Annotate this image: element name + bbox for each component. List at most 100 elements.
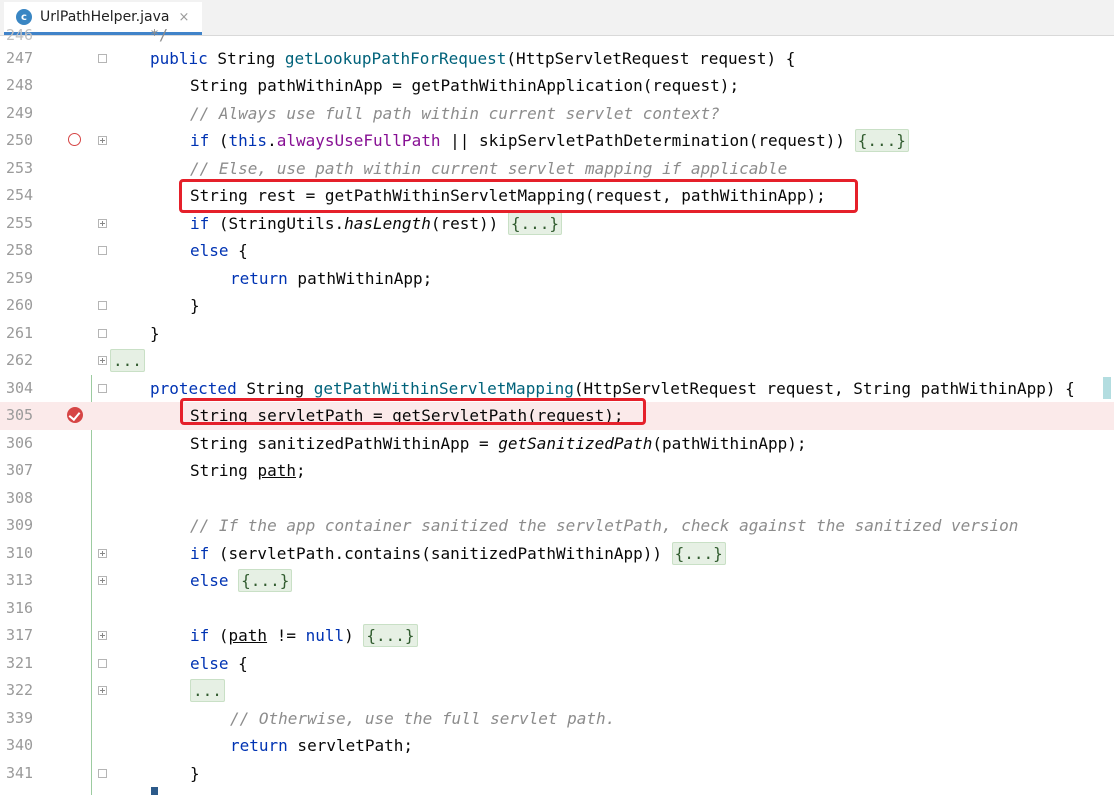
file-tab[interactable]: c UrlPathHelper.java × [4,2,202,35]
code-line[interactable]: 308 [0,485,1114,513]
line-number[interactable]: 308 [6,485,46,513]
line-number[interactable]: 341 [6,760,46,788]
line-number[interactable]: 250 [6,127,46,155]
fold-expand-icon[interactable] [98,686,107,695]
code-line[interactable]: 249 // Always use full path within curren… [0,100,1114,128]
fold-marker-icon[interactable] [98,383,107,393]
partial-line-code: */ [150,26,169,44]
line-number[interactable]: 262 [6,347,46,375]
fold-marker-icon[interactable] [98,246,107,255]
code-line[interactable]: 261} [0,320,1114,348]
code-line[interactable]: 260} [0,292,1114,320]
line-number[interactable]: 260 [6,292,46,320]
line-number[interactable]: 249 [6,100,46,128]
code-line[interactable]: 340 return servletPath; [0,732,1114,760]
code-line[interactable]: 310 if (servletPath.contains(sanitizedPat… [0,540,1114,568]
line-number[interactable]: 316 [6,595,46,623]
code-token: ; [295,461,306,480]
fold-marker-icon[interactable] [98,53,107,63]
line-number[interactable]: 247 [6,45,46,73]
folded-block[interactable]: {...} [363,624,418,647]
code-line[interactable]: 321 else { [0,650,1114,678]
fold-marker-icon[interactable] [98,328,107,338]
breakpoint-icon[interactable] [68,133,81,146]
code-token: return [230,268,288,288]
folded-block[interactable]: ... [190,679,225,702]
line-number[interactable]: 306 [6,430,46,458]
fold-expand-icon[interactable] [98,576,107,585]
line-number[interactable]: 322 [6,677,46,705]
line-number[interactable]: 317 [6,622,46,650]
line-number[interactable]: 321 [6,650,46,678]
line-number[interactable]: 258 [6,237,46,265]
fold-marker-icon[interactable] [98,658,107,668]
code-line[interactable]: 247 public String getLookupPathForRequest… [0,45,1114,73]
code-token: this [228,131,268,150]
folded-block[interactable]: {...} [507,211,563,235]
code-token: (HttpServletRequest request) { [506,48,796,68]
fold-expand-icon[interactable] [98,548,107,558]
line-number[interactable]: 261 [6,320,46,348]
folded-block[interactable]: {...} [238,569,293,592]
code-line[interactable]: 339 // Otherwise, use the full servlet pa… [0,705,1114,733]
code-line[interactable]: 255 if (StringUtils.hasLength(rest)) {...… [0,210,1114,238]
code-text: public String getLookupPathForRequest(Ht… [150,45,795,73]
code-token: public [150,48,208,68]
folded-block[interactable]: {...} [671,541,726,565]
line-number[interactable]: 310 [6,540,46,568]
code-line[interactable]: 316 [0,595,1114,623]
code-token: else [190,653,229,673]
code-token: ) [344,626,364,645]
code-text: if (servletPath.contains(sanitizedPathWi… [190,540,726,568]
code-text: if (StringUtils.hasLength(rest)) {...} [190,210,563,238]
folded-block[interactable]: {...} [854,129,909,152]
code-line[interactable]: 258 else { [0,237,1114,265]
code-line[interactable]: 341} [0,760,1114,788]
folded-block[interactable]: ... [110,349,145,372]
code-line[interactable]: 317 if (path != null) {...} [0,622,1114,650]
fold-expand-icon[interactable] [98,356,107,365]
line-number[interactable]: 305 [6,402,46,430]
annotation-box-servlet-path [180,398,646,425]
code-text: // Else, use path within current servlet… [190,155,787,183]
fold-expand-icon[interactable] [98,136,107,145]
fold-marker-icon[interactable] [98,301,107,310]
code-line[interactable]: 309 // If the app container sanitized the… [0,512,1114,540]
code-text: return servletPath; [230,732,413,760]
line-number[interactable]: 313 [6,567,46,595]
line-number[interactable]: 255 [6,210,46,238]
code-line[interactable]: 322... [0,677,1114,705]
line-number[interactable]: 253 [6,155,46,183]
fold-expand-icon[interactable] [98,218,107,228]
line-number[interactable]: 259 [6,265,46,293]
line-number[interactable]: 248 [6,72,46,100]
code-text: String path; [190,457,306,485]
code-token: (rest)) [430,213,508,233]
code-token: null [305,626,345,645]
line-number[interactable]: 254 [6,182,46,210]
fold-expand-icon[interactable] [98,631,107,640]
close-icon[interactable]: × [178,10,189,25]
line-number[interactable]: 309 [6,512,46,540]
line-number[interactable]: 340 [6,732,46,760]
line-number[interactable]: 307 [6,457,46,485]
code-line[interactable]: 248 String pathWithinApp = getPathWithinA… [0,72,1114,100]
line-number[interactable]: 304 [6,375,46,403]
line-number[interactable]: 339 [6,705,46,733]
code-editor[interactable]: 246 */ 247 public String getLookupPathFor… [0,26,1114,795]
code-line[interactable]: 306 String sanitizedPathWithinApp = getSa… [0,430,1114,458]
code-line[interactable]: 313 else {...} [0,567,1114,595]
code-line[interactable]: 307 String path; [0,457,1114,485]
code-line[interactable]: 259 return pathWithinApp; [0,265,1114,293]
code-text: } [150,320,160,348]
code-line[interactable]: 262... [0,347,1114,375]
code-line[interactable]: 250 if (this.alwaysUseFullPath || skipSer… [0,127,1114,155]
fold-marker-icon[interactable] [98,768,107,778]
code-line[interactable]: 253 // Else, use path within current serv… [0,155,1114,183]
breakpoint-hit-icon[interactable] [67,407,83,423]
code-token: (pathWithinApp); [652,433,807,453]
code-token: . [267,131,277,150]
code-token: ( [209,626,229,645]
code-token: getSanitizedPath [498,433,653,453]
